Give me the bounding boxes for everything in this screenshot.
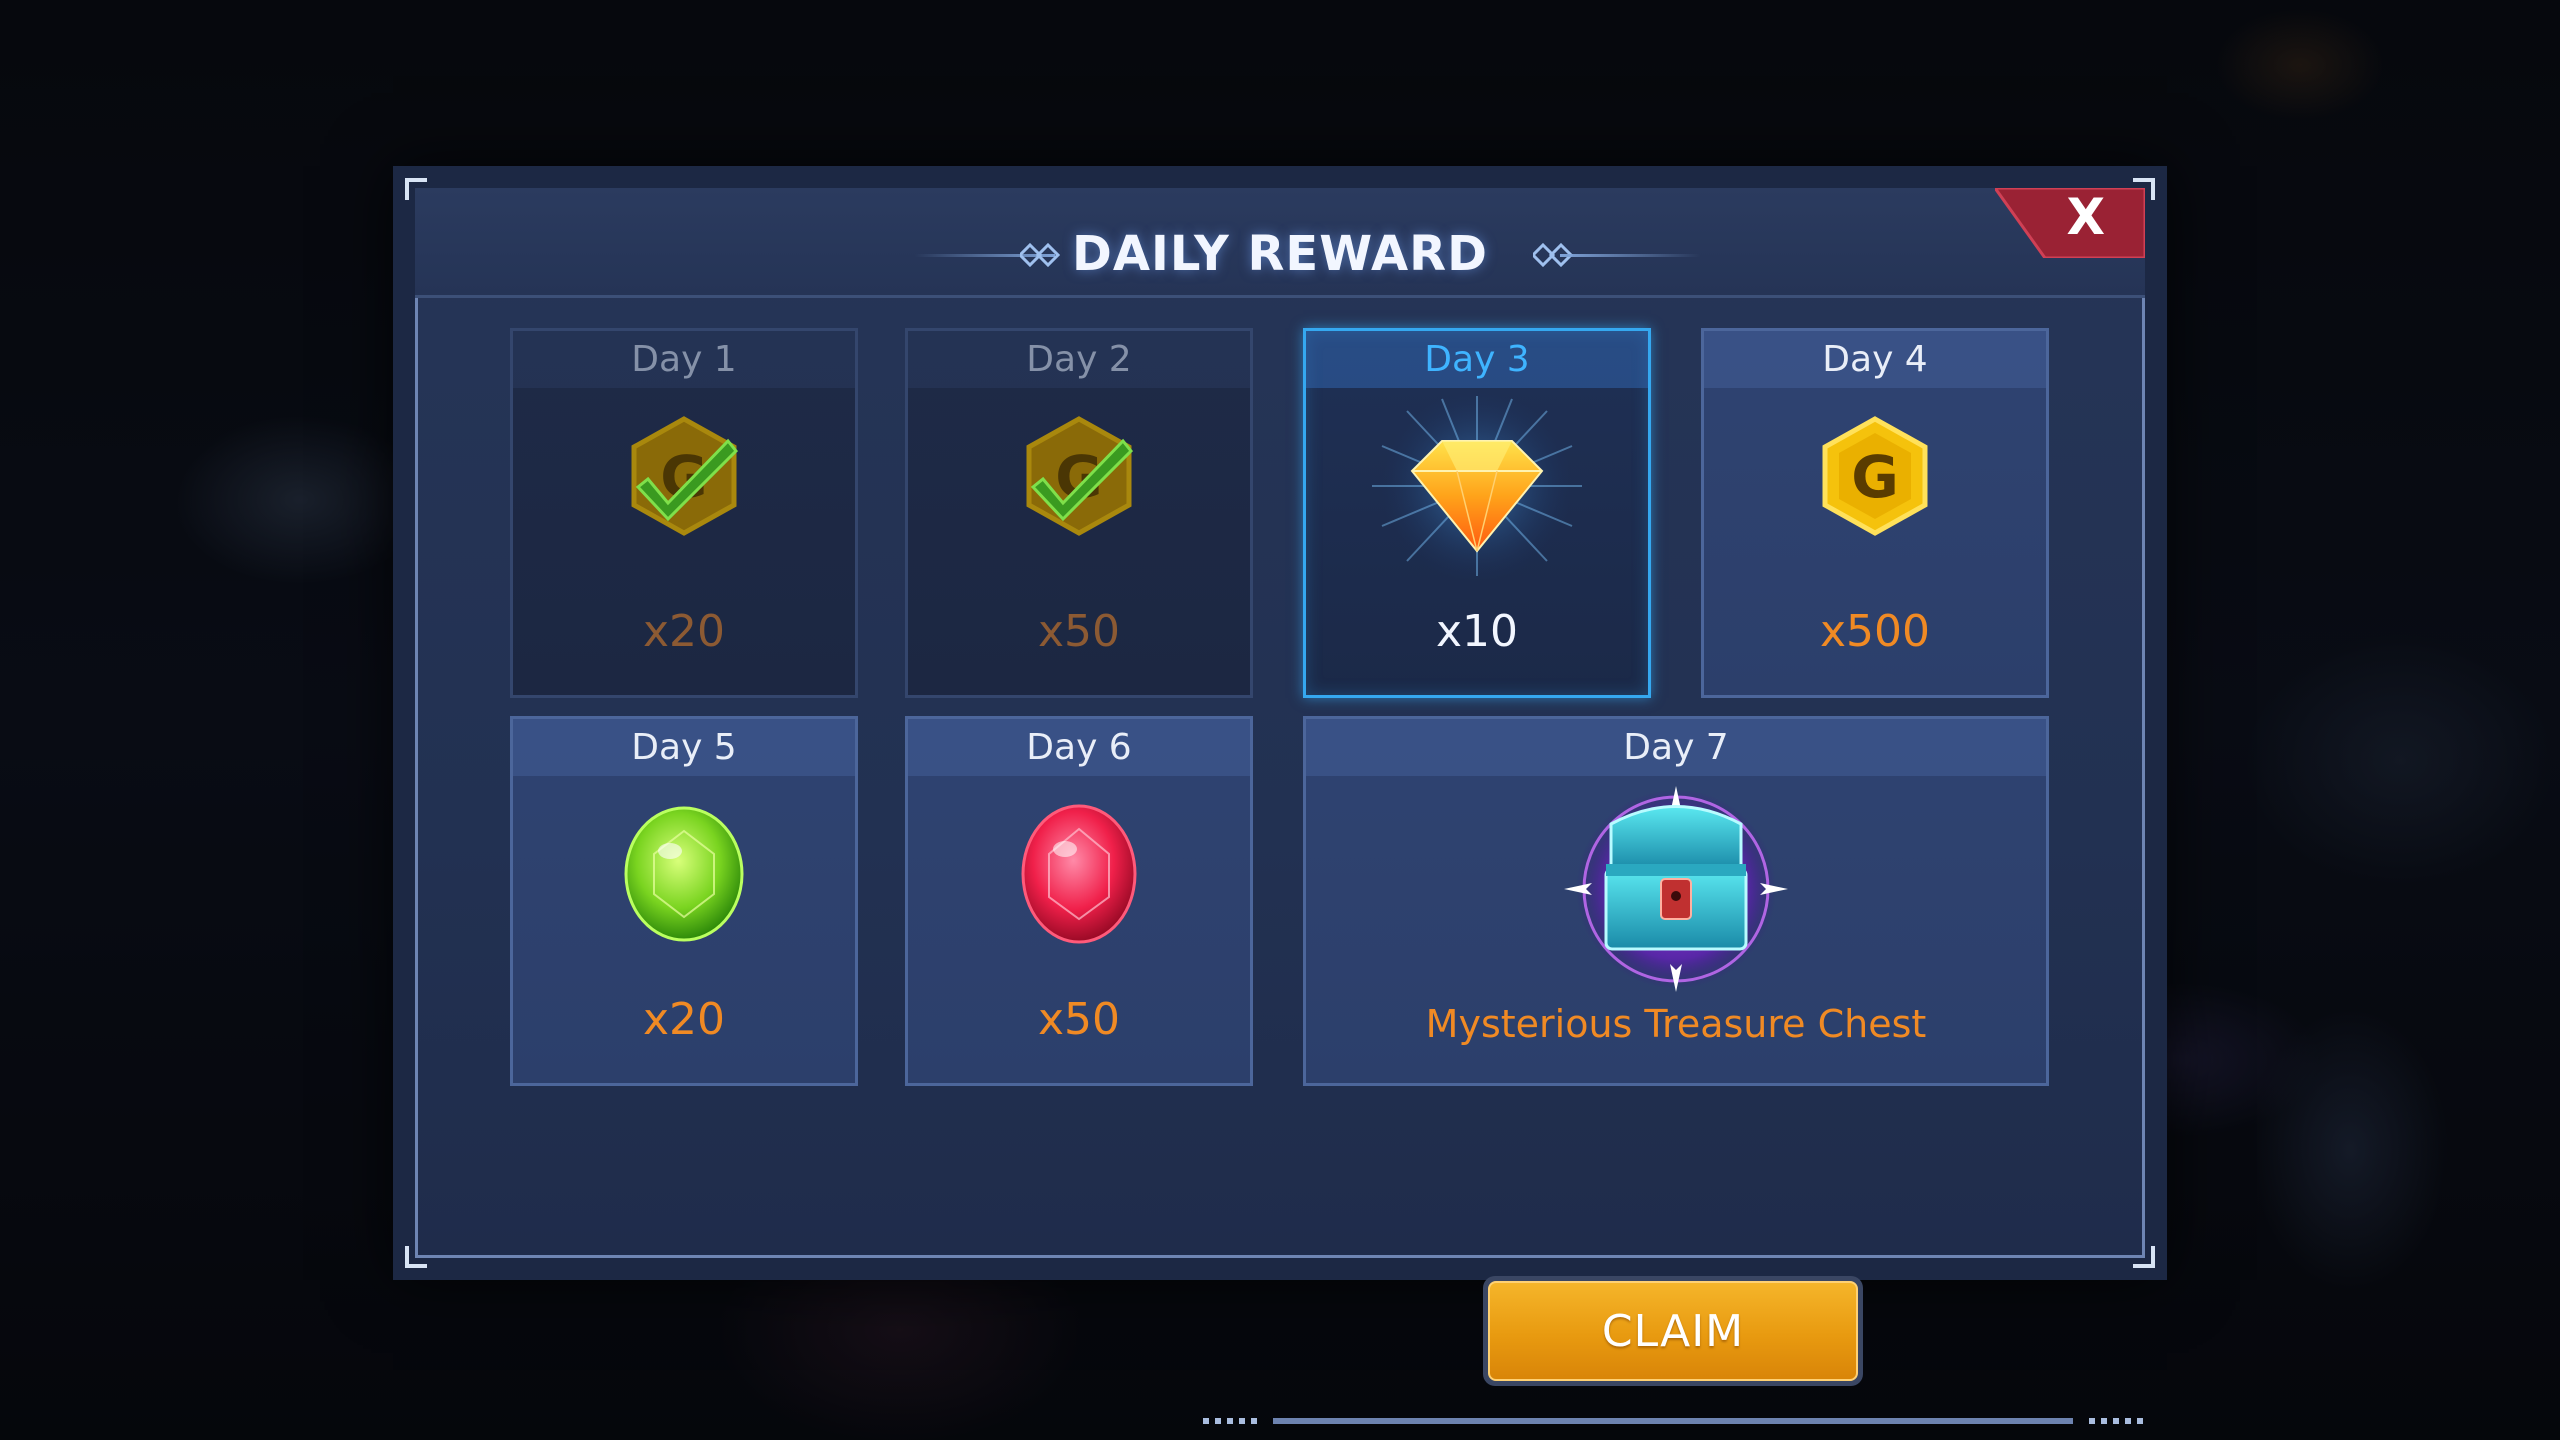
treasure-chest-icon [1556,784,1796,998]
reward-card-day-3[interactable]: Day 3 x10 [1303,328,1651,698]
orange-diamond-icon [1357,391,1597,585]
reward-amount: x20 [642,606,726,657]
day-label: Day 2 [1026,339,1132,380]
reward-card-day-1[interactable]: Day 1 G x20 [510,328,858,698]
claim-button[interactable]: CLAIM [1483,1276,1863,1386]
day-label: Day 6 [1026,727,1132,768]
reward-card-day-5[interactable]: Day 5 x20 [510,716,858,1086]
reward-amount: Mysterious Treasure Chest [1425,1002,1927,1046]
reward-card-day-2[interactable]: Day 2 G x50 [905,328,1253,698]
day-label: Day 3 [1424,339,1530,380]
reward-amount: x50 [1037,994,1121,1045]
dialog-title: DAILY REWARD [1072,226,1488,282]
day-label: Day 5 [631,727,737,768]
reward-amount: x500 [1819,606,1931,657]
reward-amount: x10 [1435,606,1519,657]
day-label: Day 7 [1623,727,1729,768]
claim-button-label: CLAIM [1488,1281,1858,1381]
gold-coin-claimed-icon: G [1019,411,1139,545]
coin-letter: G [1851,443,1899,511]
reward-card-day-4[interactable]: Day 4 G x500 [1701,328,2049,698]
reward-amount: x50 [1037,606,1121,657]
title-decoration-line [1560,254,1700,257]
close-button[interactable]: X [1995,188,2145,258]
red-gem-icon [1009,799,1149,953]
gold-coin-icon: G [1815,411,1935,545]
reward-amount: x20 [642,994,726,1045]
day-label: Day 4 [1822,339,1928,380]
reward-card-day-7[interactable]: Day 7 Mysterious Treasure Chest [1303,716,2049,1086]
gold-coin-claimed-icon: G [624,411,744,545]
day-label: Day 1 [631,339,737,380]
close-icon: X [2066,188,2105,246]
dialog-header: DAILY REWARD [415,188,2145,298]
reward-card-day-6[interactable]: Day 6 x50 [905,716,1253,1086]
bottom-decoration-bar [1203,1418,2143,1424]
daily-reward-dialog: DAILY REWARD X Day 1 G x20 Day 2 G x50 D… [393,166,2167,1424]
green-gem-icon [614,799,754,953]
